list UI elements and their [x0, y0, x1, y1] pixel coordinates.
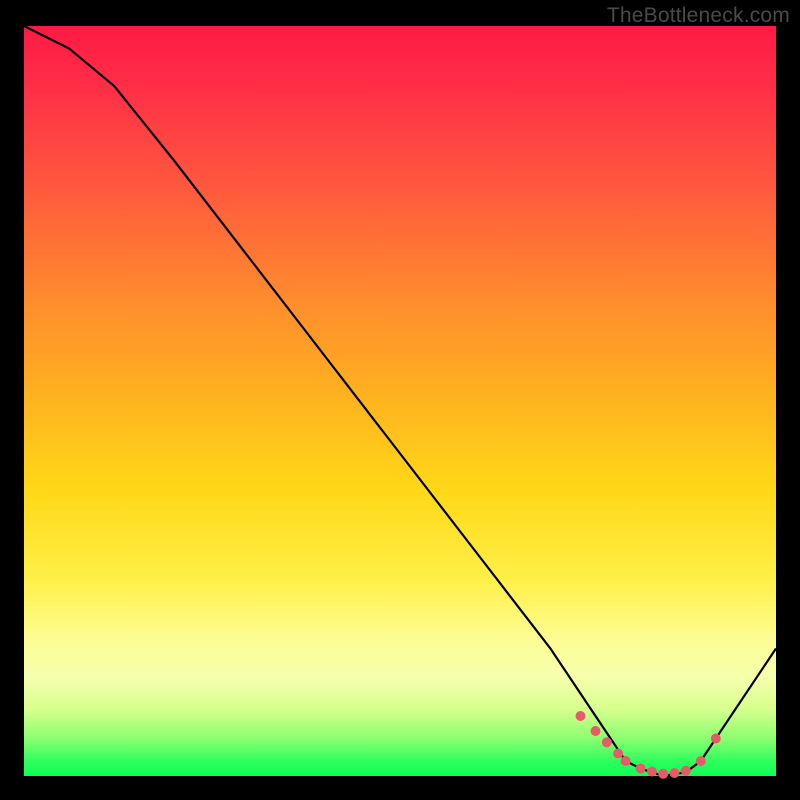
- marker-group: [576, 711, 721, 779]
- marker-dot: [696, 756, 706, 766]
- curve-path: [24, 26, 776, 776]
- marker-dot: [647, 767, 657, 777]
- marker-dot: [658, 769, 668, 779]
- marker-dot: [636, 764, 646, 774]
- marker-dot: [621, 756, 631, 766]
- watermark-text: TheBottleneck.com: [607, 4, 790, 28]
- marker-dot: [711, 734, 721, 744]
- marker-dot: [602, 737, 612, 747]
- marker-dot: [681, 766, 691, 776]
- chart-svg: [24, 26, 776, 776]
- marker-dot: [591, 726, 601, 736]
- chart-frame: [24, 26, 776, 776]
- marker-dot: [613, 749, 623, 759]
- marker-dot: [670, 768, 680, 778]
- marker-dot: [576, 711, 586, 721]
